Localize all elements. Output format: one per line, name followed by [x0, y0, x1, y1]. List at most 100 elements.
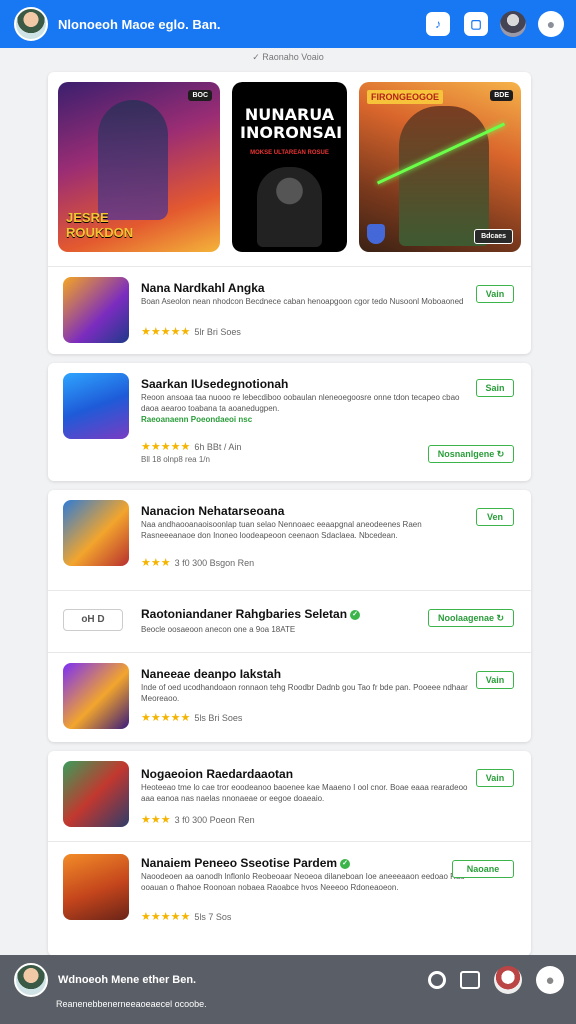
- app-description: Boan Aseolon nean nhodcon Becdnece caban…: [141, 297, 464, 306]
- bottom-bar-row: Wdnoeoh Mene ether Ben. ●: [14, 963, 564, 997]
- app-title: Nanacion Nehatarseoana: [141, 504, 285, 518]
- app-icon: [63, 373, 129, 439]
- app-title-text: Nanaiem Peneeo Sseotise Pardem: [141, 856, 338, 870]
- banner-sign: FIRONGEOGOE: [367, 90, 444, 104]
- list-item[interactable]: Nanacion Nehatarseoana Naa andhaooanaois…: [48, 490, 531, 590]
- avatar[interactable]: [14, 7, 48, 41]
- banner-title-line2: ROUKDON: [66, 224, 134, 240]
- star-rating-icon: ★★★★★: [141, 911, 191, 923]
- list-item[interactable]: oH D Raotoniandaner Rahgbaries Seletan ✓ …: [48, 590, 531, 652]
- get-button[interactable]: Vain: [476, 285, 514, 303]
- install-button[interactable]: Nosnanlgene ↻: [428, 445, 514, 463]
- banner-tag: BOC: [188, 90, 212, 101]
- featured-card: BOC JESRE ROUKDON NUNARUA INORONSAI MOKS…: [48, 72, 531, 354]
- user-icon[interactable]: ●: [536, 966, 564, 994]
- rating-text: 6h BBt / Ain: [194, 442, 242, 452]
- square-icon[interactable]: [460, 971, 480, 989]
- app-pill: oH D: [63, 609, 123, 631]
- user-icon[interactable]: ●: [538, 11, 564, 37]
- banner-silhouette-art: [257, 167, 322, 247]
- banner-tag: BDE: [490, 90, 513, 101]
- get-button-label: Ven: [486, 512, 503, 522]
- app-highlight: Raeoanaenn Poeondaeoi nsc: [141, 415, 253, 424]
- verified-icon: ✓: [340, 858, 351, 869]
- banner-game-1[interactable]: BOC JESRE ROUKDON: [58, 82, 220, 252]
- banner-game-3[interactable]: FIRONGEOGOE BDE Bdcaes: [359, 82, 521, 252]
- bottom-bar: Wdnoeoh Mene ether Ben. ● Reanenebbenern…: [0, 955, 576, 1024]
- rating-text: 5ls Bri Soes: [194, 713, 243, 723]
- bottom-status-text: Reanenebbenerneeaoeaecel ocoobe.: [56, 999, 207, 1009]
- shield-icon: [367, 224, 385, 244]
- banner-game-2[interactable]: NUNARUA INORONSAI MOKSE ULTAREAN ROSUE: [232, 82, 347, 252]
- star-rating-icon: ★★★★★: [141, 712, 191, 724]
- app-description: Beocle oosaeoon anecon one a 9oa 18ATE: [141, 625, 296, 634]
- avatar[interactable]: [14, 963, 48, 997]
- bottom-bar-title: Wdnoeoh Mene ether Ben.: [58, 974, 197, 986]
- circle-icon[interactable]: [428, 971, 446, 989]
- get-button[interactable]: Naoane: [452, 860, 514, 878]
- app-card: Saarkan IUsedegnotionah Reoon ansoaa taa…: [48, 363, 531, 481]
- app-rating: ★★★ 3 f0 300 Poeon Ren: [141, 813, 255, 826]
- banner-hero-art: [399, 106, 489, 246]
- app-description: Naoodeoen aa oanodh lnflonlo Reobeoaar N…: [141, 872, 465, 892]
- top-app-bar: Nlonoeoh Maoe eglo. Ban. ♪ ▢ ●: [0, 0, 576, 48]
- app-title-text: Raotoniandaner Rahgbaries Seletan: [141, 607, 348, 621]
- get-button[interactable]: Ven: [476, 508, 514, 526]
- app-description: Inde of oed ucodhandoaon ronnaon tehg Ro…: [141, 683, 468, 703]
- app-description: Reoon ansoaa taa nuooo re lebecdiboo oob…: [141, 393, 460, 413]
- app-title: Nana Nardkahl Angka: [141, 281, 265, 295]
- app-rating: ★★★ 3 f0 300 Bsgon Ren: [141, 556, 254, 569]
- app-rating: ★★★★★ 5lr Bri Soes: [141, 325, 241, 338]
- star-rating-icon: ★★★★★: [141, 326, 191, 338]
- app-icon: [63, 500, 129, 566]
- profile-avatar[interactable]: [500, 11, 526, 37]
- star-rating-icon: ★★★: [141, 814, 171, 826]
- app-icon: [63, 854, 129, 920]
- get-button-label: Vain: [485, 675, 505, 685]
- install-button-label: Noolaagenae: [437, 613, 494, 623]
- star-rating-icon: ★★★★★: [141, 441, 191, 453]
- get-button[interactable]: Vain: [476, 769, 514, 787]
- banner-button[interactable]: Bdcaes: [474, 229, 513, 244]
- app-icon: [63, 277, 129, 343]
- get-button[interactable]: Vain: [476, 671, 514, 689]
- profile-avatar[interactable]: [494, 966, 522, 994]
- verified-icon: ✓: [350, 609, 361, 620]
- list-item[interactable]: Naneeae deanpo Iakstah Inde of oed ucodh…: [48, 652, 531, 742]
- get-button-label: Sain: [485, 383, 505, 393]
- banner-hero-art: [98, 100, 168, 220]
- list-item[interactable]: Nana Nardkahl Angka Boan Aseolon nean nh…: [48, 266, 531, 354]
- sub-status-text: ✓ Raonaho Voaio: [252, 52, 324, 62]
- get-button-label: Naoane: [466, 864, 500, 874]
- app-icon: [63, 663, 129, 729]
- square-icon[interactable]: ▢: [464, 12, 488, 36]
- app-title: Nlonoeoh Maoe eglo. Ban.: [58, 16, 221, 32]
- app-card: Nanacion Nehatarseoana Naa andhaooanaois…: [48, 490, 531, 742]
- rating-text: 3 f0 300 Bsgon Ren: [174, 558, 255, 568]
- rating-text: 3 f0 300 Poeon Ren: [174, 815, 255, 825]
- get-button[interactable]: Sain: [476, 379, 514, 397]
- banner-poster-subtitle: MOKSE ULTAREAN ROSUE: [250, 150, 329, 156]
- install-button[interactable]: Noolaagenae ↻: [428, 609, 514, 627]
- app-icon: [63, 761, 129, 827]
- app-description: Naa andhaooanaoisoonlap tuan selao Nenno…: [141, 520, 422, 540]
- banner-title: JESRE ROUKDON: [66, 211, 133, 240]
- list-item[interactable]: Nogaeoion Raedardaaotan Heoteeao tme lo …: [48, 751, 531, 841]
- app-title: Nogaeoion Raedardaaotan: [141, 767, 294, 781]
- get-button-label: Vain: [485, 773, 505, 783]
- app-card: Nogaeoion Raedardaaotan Heoteeao tme lo …: [48, 751, 531, 956]
- app-title: Saarkan IUsedegnotionah: [141, 377, 289, 391]
- install-button-label: Nosnanlgene: [437, 449, 495, 459]
- rating-text: 5ls 7 Sos: [194, 912, 232, 922]
- app-title: Raotoniandaner Rahgbaries Seletan ✓: [141, 607, 361, 621]
- rating-text: 5lr Bri Soes: [194, 327, 241, 337]
- app-rating: ★★★★★ 6h BBt / Ain: [141, 440, 241, 453]
- app-title: Nanaiem Peneeo Sseotise Pardem ✓: [141, 856, 351, 870]
- banner-poster-title: NUNARUA INORONSAI: [240, 105, 343, 142]
- music-icon[interactable]: ♪: [426, 12, 450, 36]
- app-description: Heoteeao tme lo cae tror eoodeanoo baoen…: [141, 783, 468, 803]
- list-item[interactable]: Nanaiem Peneeo Sseotise Pardem ✓ Naoodeoe…: [48, 841, 531, 956]
- get-button-label: Vain: [485, 289, 505, 299]
- banner-carousel: BOC JESRE ROUKDON NUNARUA INORONSAI MOKS…: [58, 82, 521, 252]
- app-meta: Bll 18 olnp8 rea 1/n: [141, 455, 210, 464]
